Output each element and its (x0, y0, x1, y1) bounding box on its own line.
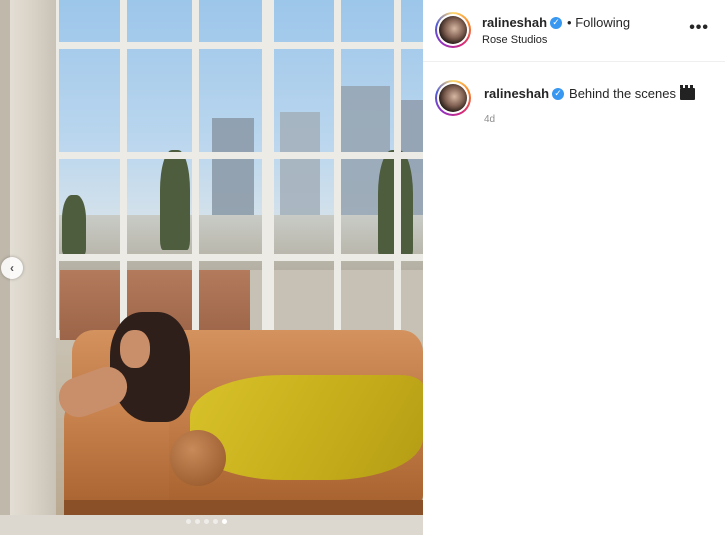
location-link[interactable]: Rose Studios (482, 34, 547, 46)
window-frame (334, 0, 341, 338)
photo-person-face (120, 330, 150, 368)
clapper-board-icon (680, 84, 695, 100)
carousel-dot (204, 519, 209, 524)
avatar[interactable] (435, 12, 471, 48)
window-frame (262, 0, 274, 338)
header-user-line: ralineshah ✓ • Following (482, 15, 630, 30)
avatar-image (439, 16, 467, 44)
caption-username-link[interactable]: ralineshah (484, 86, 549, 101)
verified-badge-icon: ✓ (550, 16, 563, 29)
verified-badge-icon: ✓ (552, 87, 565, 100)
avatar[interactable] (435, 80, 471, 116)
carousel-dot (222, 519, 227, 524)
avatar-image (439, 84, 467, 112)
photo-tree (62, 195, 86, 255)
carousel-prev-button[interactable]: ‹ (1, 257, 23, 279)
caption-line: ralineshah ✓ Behind the scenes (484, 84, 695, 101)
window-frame (52, 254, 423, 261)
post-media[interactable]: ‹ (0, 0, 423, 535)
carousel-indicator (186, 519, 227, 524)
window-frame (394, 0, 401, 338)
photo-person-hair (110, 312, 190, 422)
window-frame (120, 0, 127, 338)
username-link[interactable]: ralineshah (482, 15, 547, 30)
photo-pillow (170, 430, 226, 486)
carousel-dot (213, 519, 218, 524)
caption-text: Behind the scenes (569, 86, 676, 101)
post-sidebar: ralineshah ✓ • Following Rose Studios ••… (423, 0, 725, 535)
photo-building (280, 112, 320, 222)
carousel-dot (186, 519, 191, 524)
more-options-icon[interactable]: ••• (689, 19, 709, 37)
photo-building (212, 118, 254, 223)
photo-tree (160, 150, 190, 250)
chevron-left-icon: ‹ (10, 261, 14, 275)
window-frame (52, 152, 423, 159)
carousel-dot (195, 519, 200, 524)
photo-floor (0, 515, 423, 535)
following-status[interactable]: • Following (567, 15, 630, 30)
post-timestamp[interactable]: 4d (484, 114, 495, 125)
window-frame (52, 42, 423, 49)
post-header: ralineshah ✓ • Following Rose Studios ••… (423, 0, 725, 62)
window-frame (192, 0, 199, 338)
